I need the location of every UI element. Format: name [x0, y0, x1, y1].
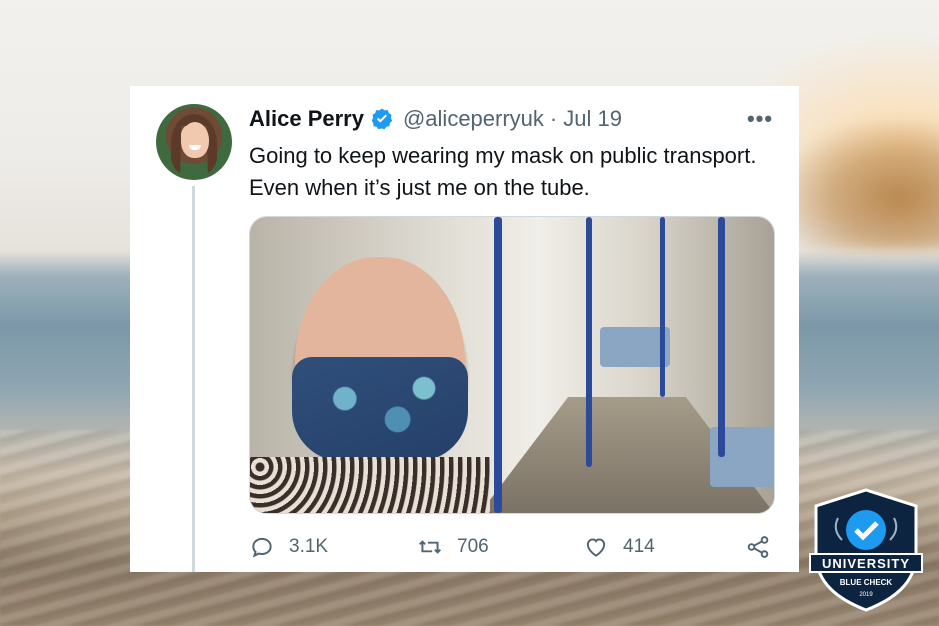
more-options-icon[interactable]: ••• [744, 106, 776, 132]
tweet-date[interactable]: Jul 19 [563, 106, 622, 132]
like-count: 414 [623, 536, 655, 557]
tweet-photo[interactable] [249, 216, 775, 514]
university-blue-check-badge: UNIVERSITY BLUE CHECK 2019 [809, 488, 923, 612]
photo-face-mask [292, 357, 468, 461]
tweet-text: Going to keep wearing my mask on public … [249, 140, 789, 204]
like-button[interactable]: 414 [583, 530, 655, 564]
photo-handrail-pole [494, 217, 502, 513]
reply-count: 3.1K [289, 536, 329, 557]
photo-handrail-pole [718, 217, 725, 457]
retweet-icon [419, 540, 441, 554]
avatar-face [181, 122, 209, 158]
reply-button[interactable]: 3.1K [249, 530, 328, 564]
tweet-text-line-1: Going to keep wearing my mask on public … [249, 143, 757, 168]
share-button[interactable] [745, 530, 785, 564]
author-handle[interactable]: @aliceperryuk [403, 106, 544, 132]
tweet-text-line-2: Even when it’s just me on the tube. [249, 175, 590, 200]
verified-badge-icon [370, 107, 394, 131]
photo-person-shirt [250, 457, 490, 513]
background-sunset-glow [780, 120, 939, 250]
badge-check-circle [846, 510, 886, 550]
photo-handrail-pole [660, 217, 665, 397]
retweet-count: 706 [457, 536, 489, 557]
tweet-card[interactable]: Alice Perry @aliceperryuk · Jul 19 ••• G… [130, 86, 799, 572]
badge-year: 2019 [859, 592, 873, 598]
tweet-header: Alice Perry @aliceperryuk · Jul 19 [249, 104, 622, 134]
avatar[interactable] [156, 104, 232, 180]
reply-icon [252, 537, 272, 558]
separator-dot: · [549, 106, 558, 131]
author-name[interactable]: Alice Perry [249, 106, 364, 132]
photo-handrail-pole [586, 217, 592, 467]
thread-line [192, 186, 195, 572]
retweet-button[interactable]: 706 [417, 530, 489, 564]
tweet-actions: 3.1K 706 414 [249, 530, 777, 564]
badge-line-1: UNIVERSITY [822, 556, 910, 571]
share-icon [747, 536, 769, 558]
heart-icon [586, 538, 606, 557]
badge-line-2: BLUE CHECK [840, 578, 893, 587]
